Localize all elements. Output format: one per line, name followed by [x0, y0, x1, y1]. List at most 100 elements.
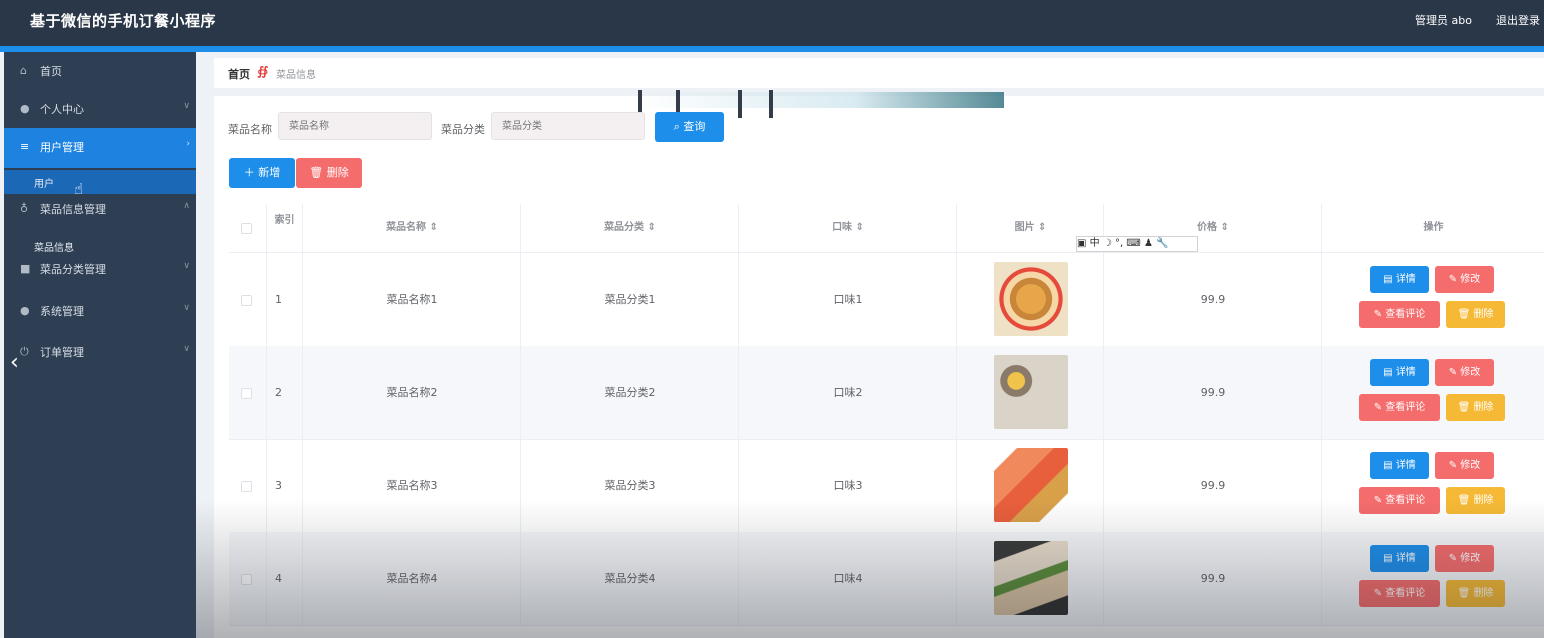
delete-button[interactable]: 🗑 删除: [1446, 487, 1505, 514]
breadcrumb-separator-icon: ∯: [257, 64, 269, 78]
cell-index: 4: [266, 532, 301, 625]
pencil-icon: ✎: [1373, 588, 1386, 599]
pencil-icon: ✎: [1448, 274, 1461, 285]
dish-name-input[interactable]: [278, 112, 432, 140]
cell-image: [956, 532, 1104, 625]
dish-image[interactable]: [994, 262, 1068, 336]
logout-link[interactable]: 退出登录: [1496, 12, 1540, 28]
detail-button[interactable]: ▤ 详情: [1370, 266, 1429, 293]
chevron-down-icon: ∨: [183, 101, 190, 111]
ime-toolbar[interactable]: ▣ 中 ☽ °, ⌨ ♟ 🔧: [1076, 236, 1198, 252]
cell-price: 99.9: [1103, 253, 1322, 346]
cell-name: 菜品名称1: [302, 253, 521, 346]
chevron-down-icon: ∨: [183, 344, 190, 354]
pencil-icon: ✎: [1373, 309, 1386, 320]
cell-actions: ▤ 详情 ✎ 修改 ✎ 查看评论 🗑 删除: [1321, 532, 1544, 625]
row-checkbox[interactable]: [241, 574, 252, 585]
cell-name: 菜品名称2: [302, 346, 521, 439]
sidebar-item-profile[interactable]: ● 个人中心 ∨: [4, 90, 196, 130]
sidebar-item-category-management[interactable]: ■ 菜品分类管理 ∨: [4, 250, 196, 290]
app-title: 基于微信的手机订餐小程序: [30, 12, 217, 30]
cell-image: [956, 253, 1104, 346]
category-icon: ■: [20, 262, 31, 275]
column-taste[interactable]: 口味 ⇕: [738, 204, 957, 252]
cell-category: 菜品分类1: [520, 253, 739, 346]
overlay-artifact: [634, 92, 1004, 108]
trash-icon: 🗑: [309, 166, 327, 179]
detail-button[interactable]: ▤ 详情: [1370, 452, 1429, 479]
mic-icon: ♁: [20, 202, 29, 215]
pencil-icon: ✎: [1448, 553, 1461, 564]
edit-button[interactable]: ✎ 修改: [1435, 359, 1494, 386]
sort-icon: ⇕: [647, 222, 656, 233]
column-actions: 操作: [1321, 204, 1544, 252]
row-checkbox[interactable]: [241, 295, 252, 306]
document-icon: ▤: [1383, 274, 1396, 285]
sort-icon: ⇕: [1220, 222, 1229, 233]
batch-delete-button[interactable]: 🗑 删除: [296, 158, 362, 188]
sidebar-item-user-management[interactable]: ≡ 用户管理 ›: [4, 128, 196, 168]
sidebar-item-label: 个人中心: [40, 103, 84, 116]
user-icon: ●: [20, 102, 30, 115]
document-icon: ▤: [1383, 460, 1396, 471]
trash-icon: 🗑: [1457, 402, 1474, 413]
pencil-icon: ✎: [1373, 495, 1386, 506]
chevron-right-icon: ›: [186, 139, 190, 149]
sidebar-item-label: 首页: [40, 65, 62, 78]
search-button[interactable]: ⌕ 查询: [655, 112, 724, 142]
trash-icon: 🗑: [1457, 495, 1474, 506]
dish-image[interactable]: [994, 355, 1068, 429]
detail-button[interactable]: ▤ 详情: [1370, 359, 1429, 386]
chevron-up-icon: ∧: [183, 201, 190, 211]
sort-icon: ⇕: [1038, 222, 1047, 233]
cell-taste: 口味4: [738, 532, 957, 625]
detail-button[interactable]: ▤ 详情: [1370, 545, 1429, 572]
view-reviews-button[interactable]: ✎ 查看评论: [1359, 487, 1440, 514]
current-user: 管理员 abo: [1415, 14, 1472, 27]
power-icon: ⏻: [20, 345, 29, 358]
overlay-artifact: [769, 90, 773, 118]
breadcrumb: 首页 ∯ 菜品信息: [214, 58, 1544, 88]
view-reviews-button[interactable]: ✎ 查看评论: [1359, 301, 1440, 328]
column-category[interactable]: 菜品分类 ⇕: [520, 204, 739, 252]
table-row: 3 菜品名称3 菜品分类3 口味3 99.9 ▤ 详情 ✎ 修改 ✎ 查看评论 …: [229, 439, 1544, 533]
dish-image[interactable]: [994, 448, 1068, 522]
table-row: 2 菜品名称2 菜品分类2 口味2 99.9 ▤ 详情 ✎ 修改 ✎ 查看评论 …: [229, 346, 1544, 440]
cell-price: 99.9: [1103, 346, 1322, 439]
column-name[interactable]: 菜品名称 ⇕: [302, 204, 521, 252]
cell-category: 菜品分类4: [520, 532, 739, 625]
overlay-artifact: [738, 90, 742, 118]
sidebar-item-order-management[interactable]: ⏻ 订单管理 ∨: [4, 333, 196, 373]
sidebar-item-dish-management[interactable]: ♁ 菜品信息管理 ∧: [4, 190, 196, 230]
sidebar-item-system-management[interactable]: ● 系统管理 ∨: [4, 292, 196, 332]
keyboard-icon: ⌨: [1126, 238, 1141, 249]
edit-button[interactable]: ✎ 修改: [1435, 545, 1494, 572]
top-header: 基于微信的手机订餐小程序 管理员 abo 退出登录: [0, 0, 1544, 46]
select-all-checkbox[interactable]: [241, 223, 252, 234]
table-row: 1 菜品名称1 菜品分类1 口味1 99.9 ▤ 详情 ✎ 修改 ✎ 查看评论 …: [229, 253, 1544, 347]
view-reviews-button[interactable]: ✎ 查看评论: [1359, 394, 1440, 421]
row-checkbox[interactable]: [241, 388, 252, 399]
dish-image[interactable]: [994, 541, 1068, 615]
delete-button[interactable]: 🗑 删除: [1446, 394, 1505, 421]
delete-button[interactable]: 🗑 删除: [1446, 580, 1505, 607]
edit-button[interactable]: ✎ 修改: [1435, 452, 1494, 479]
trash-icon: 🗑: [1457, 588, 1474, 599]
filter-category-label: 菜品分类: [441, 123, 485, 136]
chevron-down-icon: ∨: [183, 261, 190, 271]
dish-category-input[interactable]: [491, 112, 645, 140]
breadcrumb-home[interactable]: 首页: [228, 66, 250, 82]
home-icon: ⌂: [20, 64, 27, 77]
pencil-icon: ✎: [1448, 460, 1461, 471]
cell-actions: ▤ 详情 ✎ 修改 ✎ 查看评论 🗑 删除: [1321, 346, 1544, 439]
moon-icon: ☽: [1102, 238, 1112, 249]
add-button[interactable]: ＋ 新增: [229, 158, 295, 188]
collapse-arrow-icon[interactable]: ‹: [10, 350, 19, 375]
edit-button[interactable]: ✎ 修改: [1435, 266, 1494, 293]
sidebar-item-home[interactable]: ⌂ 首页: [4, 52, 196, 92]
sidebar-item-label: 菜品信息管理: [40, 203, 106, 216]
user-icon: ♟: [1143, 238, 1153, 249]
row-checkbox[interactable]: [241, 481, 252, 492]
delete-button[interactable]: 🗑 删除: [1446, 301, 1505, 328]
view-reviews-button[interactable]: ✎ 查看评论: [1359, 580, 1440, 607]
